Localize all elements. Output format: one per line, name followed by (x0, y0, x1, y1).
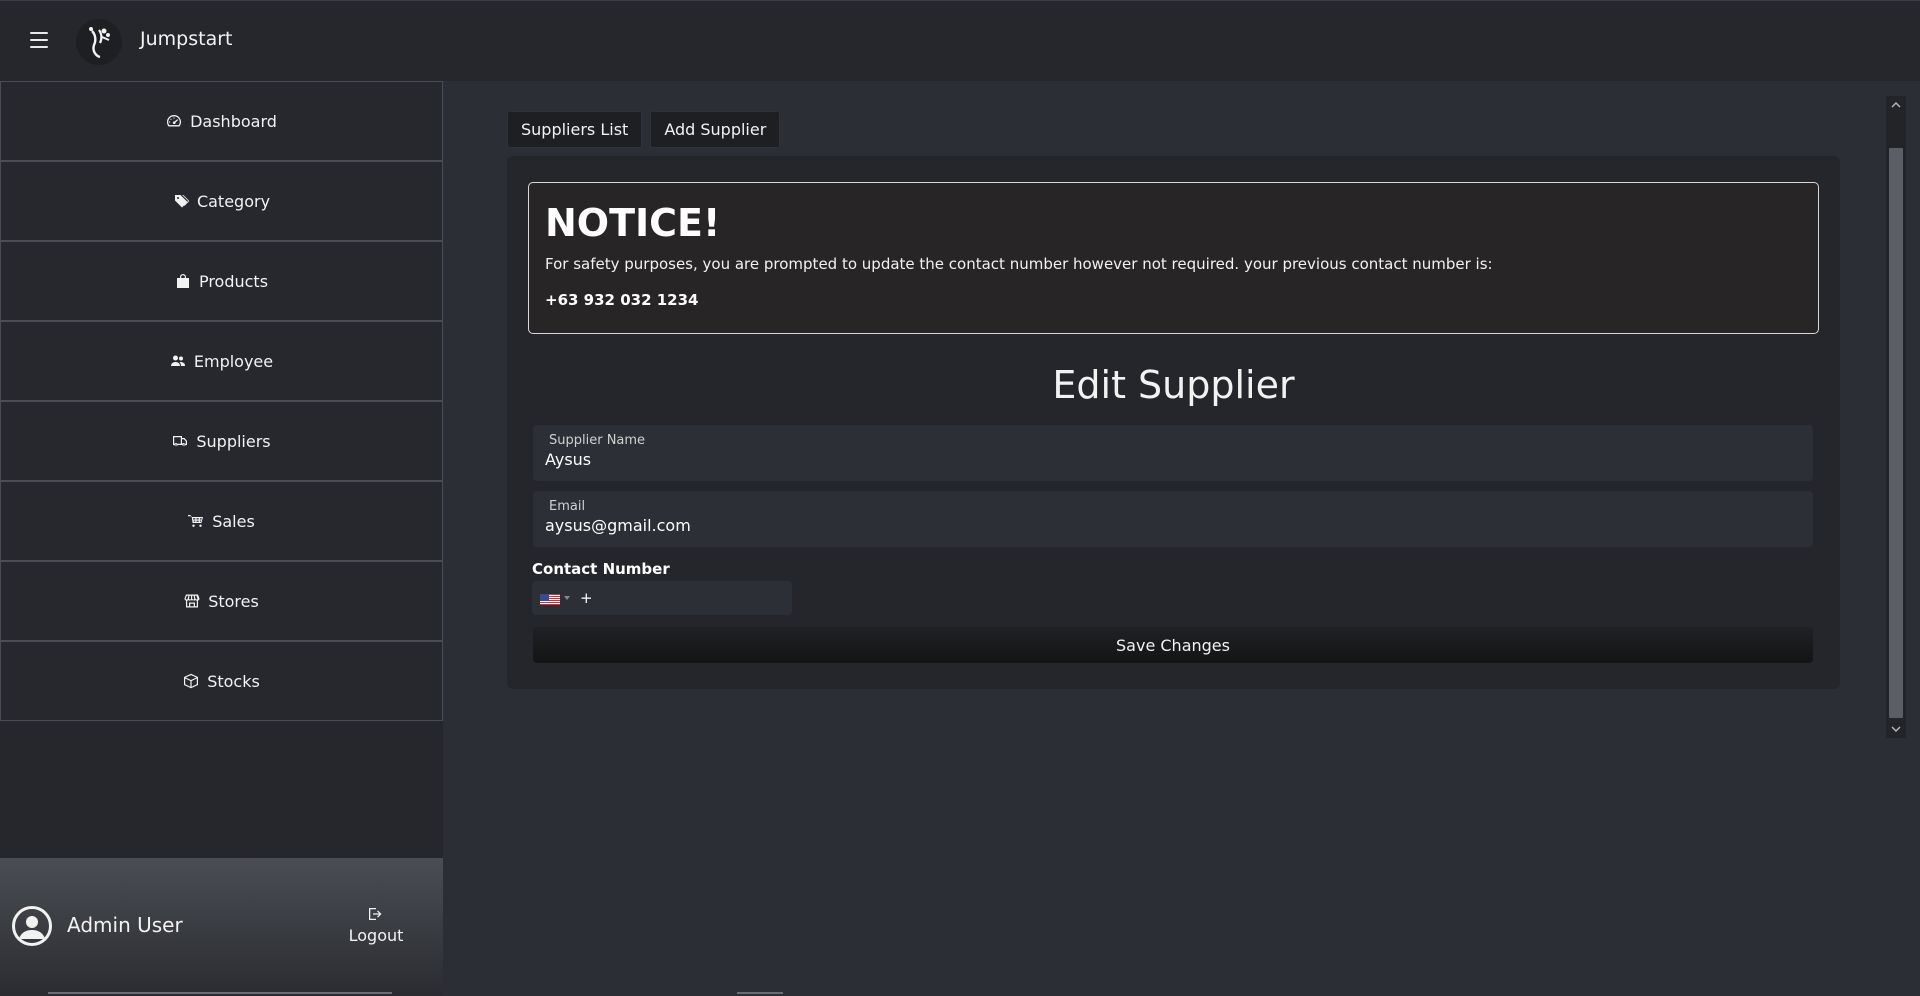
add-supplier-button[interactable]: Add Supplier (650, 111, 781, 148)
top-bar: Jumpstart (0, 0, 1920, 81)
contact-number-input[interactable]: + (580, 589, 593, 607)
email-input[interactable]: aysus@gmail.com (545, 516, 1801, 535)
shopping-bag-icon (176, 274, 189, 288)
sidebar-item-stocks[interactable]: Stocks (0, 641, 443, 721)
sidebar: Dashboard Category Products Employee Sup… (0, 81, 443, 996)
sidebar-item-label: Sales (212, 511, 255, 531)
scroll-thumb[interactable] (1889, 148, 1903, 718)
previous-contact-number: +63 932 032 1234 (545, 291, 699, 309)
sidebar-item-category[interactable]: Category (0, 161, 443, 241)
sidebar-item-label: Suppliers (196, 431, 271, 451)
sidebar-item-sales[interactable]: Sales (0, 481, 443, 561)
sidebar-item-label: Products (198, 271, 269, 291)
people-icon (170, 355, 185, 366)
user-name: Admin User (67, 913, 183, 937)
sidebar-item-stores[interactable]: Stores (0, 561, 443, 641)
box-icon (184, 673, 199, 689)
scroll-up-icon[interactable] (1891, 100, 1901, 110)
us-flag-icon[interactable] (540, 592, 560, 605)
user-circle-icon[interactable] (12, 906, 52, 946)
hamburger-icon[interactable] (30, 32, 48, 48)
bottom-scrollbar-thumb[interactable] (737, 992, 783, 994)
sidebar-item-label: Stocks (207, 671, 260, 691)
edit-supplier-card: NOTICE! For safety purposes, you are pro… (507, 156, 1840, 689)
sidebar-item-employee[interactable]: Employee (0, 321, 443, 401)
sidebar-item-products[interactable]: Products (0, 241, 443, 321)
form-title: Edit Supplier (1052, 363, 1295, 407)
supplier-name-input[interactable]: Aysus (545, 450, 1801, 469)
supplier-name-field[interactable]: Supplier Name Aysus (533, 425, 1813, 481)
scroll-down-icon[interactable] (1891, 724, 1901, 734)
main-scrollbar[interactable] (1886, 96, 1906, 738)
notice-message: For safety purposes, you are prompted to… (545, 255, 1493, 273)
sidebar-item-suppliers[interactable]: Suppliers (0, 401, 443, 481)
logout-label: Logout (348, 926, 404, 945)
notice-title: NOTICE! (545, 201, 721, 245)
tags-icon (174, 195, 189, 208)
email-field[interactable]: Email aysus@gmail.com (533, 491, 1813, 547)
country-dropdown-caret-icon[interactable] (564, 596, 570, 600)
sidebar-item-label: Category (196, 191, 271, 211)
truck-icon (173, 436, 188, 447)
sidebar-item-label: Employee (193, 351, 274, 371)
dashboard-gauge-icon (167, 115, 182, 127)
bottom-scrollbar-track (48, 992, 392, 994)
logout-button[interactable]: Logout (344, 906, 408, 952)
save-changes-button[interactable]: Save Changes (533, 627, 1813, 663)
suppliers-list-button[interactable]: Suppliers List (507, 111, 643, 148)
jumpstart-logo (76, 19, 122, 65)
sidebar-item-dashboard[interactable]: Dashboard (0, 81, 443, 161)
supplier-tabs: Suppliers List Add Supplier (507, 111, 781, 148)
logout-icon (369, 908, 382, 920)
app-title: Jumpstart (140, 28, 233, 50)
supplier-name-label: Supplier Name (549, 433, 646, 448)
contact-number-label: Contact Number (532, 560, 670, 578)
user-panel: Admin User Logout (0, 858, 443, 996)
contact-number-field[interactable]: + (532, 581, 792, 615)
shop-icon (184, 594, 200, 608)
cart-icon (188, 515, 204, 527)
sidebar-item-label: Dashboard (190, 111, 277, 131)
sidebar-item-label: Stores (208, 591, 259, 611)
email-label: Email (549, 499, 586, 514)
notice-box: NOTICE! For safety purposes, you are pro… (528, 182, 1819, 334)
